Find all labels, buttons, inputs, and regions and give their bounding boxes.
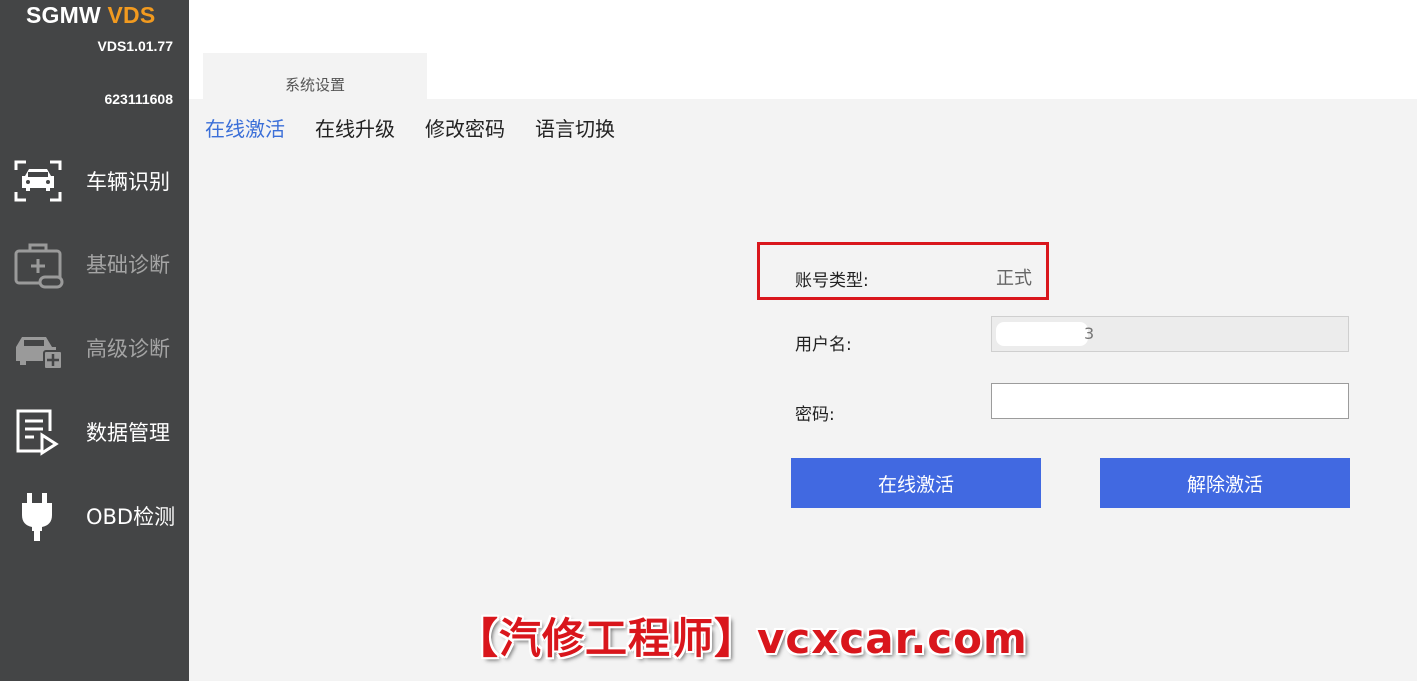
brand-name: SGMW: [26, 2, 101, 28]
brand-product: VDS: [107, 2, 156, 28]
settings-panel: 在线激活 在线升级 修改密码 语言切换 账号类型: 正式 用户名: 3 密码: …: [189, 99, 1417, 681]
app-version: VDS1.01.77: [97, 38, 174, 54]
subtab-online-upgrade[interactable]: 在线升级: [315, 113, 395, 142]
car-scan-icon: [14, 160, 62, 202]
subtab-change-password[interactable]: 修改密码: [425, 113, 505, 142]
medical-kit-icon: [14, 243, 64, 289]
sidebar-item-label: 高级诊断: [86, 337, 170, 361]
redaction-mask: [996, 322, 1088, 346]
sidebar-item-label: 数据管理: [86, 421, 170, 445]
tab-system-settings[interactable]: 系统设置: [203, 53, 427, 99]
sidebar-item-basic-diagnosis[interactable]: 基础诊断: [0, 229, 189, 299]
watermark-text: 【汽修工程师】vcxcar.com: [456, 614, 1028, 663]
tab-label: 系统设置: [284, 76, 345, 94]
document-play-icon: [16, 409, 59, 456]
subtab-language-switch[interactable]: 语言切换: [535, 113, 615, 142]
sidebar-item-label: 基础诊断: [86, 253, 170, 277]
sidebar-item-vehicle-identify[interactable]: 车辆识别: [0, 146, 189, 216]
subtab-bar: 在线激活 在线升级 修改密码 语言切换: [205, 113, 615, 142]
activate-button[interactable]: 在线激活: [791, 458, 1041, 508]
username-label: 用户名:: [795, 335, 852, 355]
username-field: 3: [991, 316, 1349, 352]
username-value: 3: [1084, 324, 1095, 343]
account-type-label: 账号类型:: [795, 271, 869, 291]
password-field[interactable]: [991, 383, 1349, 419]
password-label: 密码:: [795, 405, 835, 425]
account-type-value: 正式: [996, 268, 1032, 289]
sidebar: SGMW VDS VDS1.01.77 623111608 车辆识别 基础诊断: [0, 0, 189, 681]
subtab-online-activation[interactable]: 在线激活: [205, 113, 285, 142]
device-id: 623111608: [104, 91, 173, 107]
plug-icon: [22, 493, 52, 541]
deactivate-button[interactable]: 解除激活: [1100, 458, 1350, 508]
sidebar-item-label: 车辆识别: [86, 170, 170, 194]
car-plus-icon: [16, 337, 63, 370]
sidebar-item-label: OBD检测: [86, 505, 176, 529]
app-brand: SGMW VDS: [26, 2, 155, 29]
sidebar-item-data-management[interactable]: 数据管理: [0, 397, 189, 467]
sidebar-item-advanced-diagnosis[interactable]: 高级诊断: [0, 313, 189, 383]
sidebar-item-obd-check[interactable]: OBD检测: [0, 481, 189, 551]
